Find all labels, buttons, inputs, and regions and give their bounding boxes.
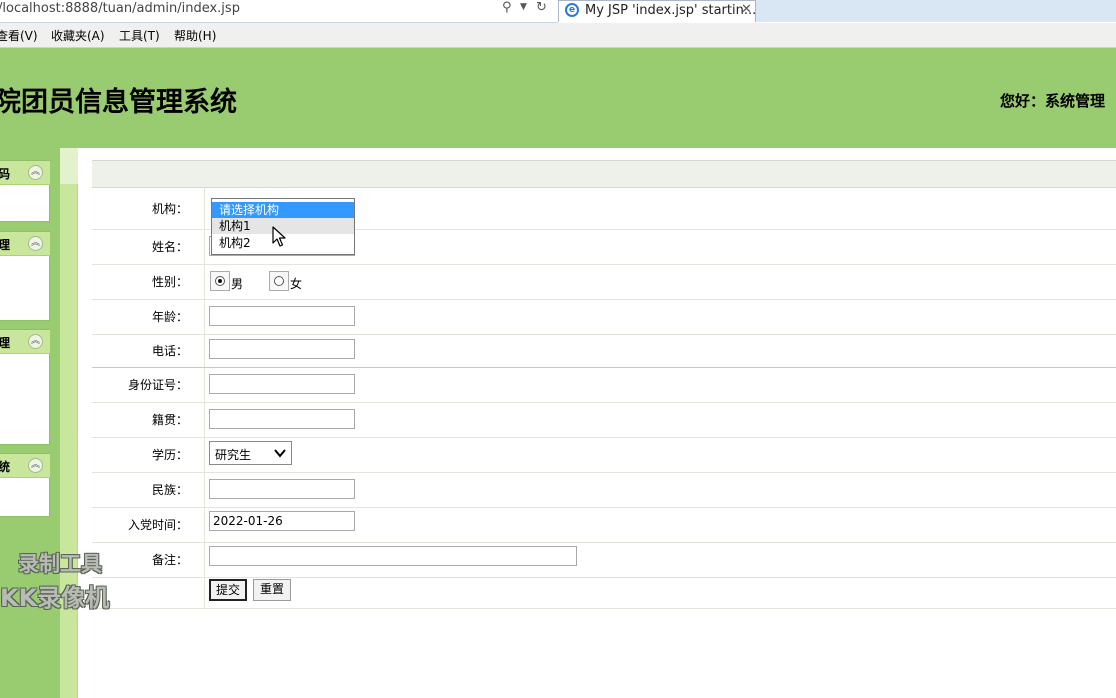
refresh-icon[interactable]: ↻ <box>536 0 547 15</box>
collapse-up-icon[interactable]: ︽ <box>28 236 43 251</box>
gender-female-radio[interactable] <box>269 271 289 291</box>
sidebar-panel: 统 ︽ <box>0 453 50 517</box>
address-url[interactable]: /localhost:8888/tuan/admin/index.jsp <box>0 1 240 16</box>
address-bar[interactable]: /localhost:8888/tuan/admin/index.jsp ⚲ ▼… <box>0 0 558 23</box>
watermark-line1: 录制工具 <box>18 552 102 576</box>
row-label-cell: 籍贯： <box>92 403 205 437</box>
frame-divider-handle[interactable] <box>60 148 78 184</box>
reset-button[interactable]: 重置 <box>253 579 291 601</box>
form-row-join-date: 入党时间： 2022-01-26 <box>92 508 1116 543</box>
phone-label: 电话： <box>151 344 188 358</box>
sidebar-panel-header[interactable]: 理 ︽ <box>0 330 50 354</box>
age-label: 年龄： <box>151 310 188 324</box>
form-header-bar <box>92 160 1116 188</box>
frame-divider[interactable] <box>60 148 78 698</box>
dropdown-caret-icon[interactable]: ▼ <box>520 2 527 12</box>
row-label-cell: 入党时间： <box>92 508 205 542</box>
sidebar-panel: 码 ︽ <box>0 160 50 222</box>
form-row-phone: 电话： <box>92 335 1116 368</box>
remark-label: 备注： <box>151 553 188 567</box>
row-label-cell: 姓名： <box>92 230 205 264</box>
tab-title[interactable]: My JSP 'index.jsp' startin... <box>585 3 756 18</box>
org-label: 机构： <box>151 202 188 216</box>
ethnicity-input[interactable] <box>209 479 355 499</box>
age-input[interactable] <box>209 306 355 326</box>
sidebar-panel-title: 理 <box>0 336 11 350</box>
row-label-cell: 民族： <box>92 473 205 507</box>
phone-input[interactable] <box>209 339 355 359</box>
form-row-id-card: 身份证号： <box>92 368 1116 403</box>
row-label-cell: 备注： <box>92 543 205 577</box>
education-selected-value: 研究生 <box>215 448 252 462</box>
sidebar-panel-header[interactable]: 理 ︽ <box>0 232 50 256</box>
radio-checked-icon <box>215 276 225 286</box>
sidebar: 码 ︽ 理 ︽ 理 ︽ 统 ︽ <box>0 148 60 698</box>
sidebar-panel-header[interactable]: 码 ︽ <box>0 161 50 185</box>
sidebar-panel-title: 码 <box>0 167 11 181</box>
hometown-label: 籍贯： <box>151 413 188 427</box>
menu-favorites[interactable]: 收藏夹(A) <box>51 27 105 44</box>
remark-input[interactable] <box>209 546 577 566</box>
education-select[interactable]: 研究生 <box>209 441 292 465</box>
form-row-ethnicity: 民族： <box>92 473 1116 508</box>
sidebar-panel-title: 理 <box>0 238 11 252</box>
collapse-up-icon[interactable]: ︽ <box>28 458 43 473</box>
form-row-education: 学历： 研究生 <box>92 438 1116 473</box>
row-label-cell: 学历： <box>92 438 205 472</box>
search-icon[interactable]: ⚲ <box>502 0 512 15</box>
menu-bar: 查看(V) 收藏夹(A) 工具(T) 帮助(H) <box>0 23 1116 48</box>
sidebar-panel: 理 ︽ <box>0 329 50 445</box>
row-label-cell: 身份证号： <box>92 368 205 402</box>
sidebar-panel-title: 统 <box>0 460 11 474</box>
watermark-line2: KK录像机 <box>0 584 110 612</box>
sidebar-panel-header[interactable]: 统 ︽ <box>0 454 50 478</box>
form-row-hometown: 籍贯： <box>92 403 1116 438</box>
collapse-up-icon[interactable]: ︽ <box>28 165 43 180</box>
join-date-label: 入党时间： <box>127 518 188 532</box>
row-label-cell: 电话： <box>92 335 205 367</box>
close-tab-icon[interactable]: ✕ <box>741 2 752 17</box>
browser-tab[interactable]: e My JSP 'index.jsp' startin... ✕ <box>558 0 756 22</box>
gender-label: 性别： <box>151 275 188 289</box>
page-header: 院团员信息管理系统 您好：系统管理 <box>0 48 1116 148</box>
org-option-placeholder[interactable]: 请选择机构 <box>212 202 354 218</box>
form-row-gender: 性别： 男 女 <box>92 265 1116 300</box>
ethnicity-label: 民族： <box>151 483 188 497</box>
join-date-input[interactable]: 2022-01-26 <box>209 511 355 531</box>
form-row-actions: 提交 重置 <box>92 578 1116 609</box>
tab-strip-empty <box>756 0 1116 22</box>
row-label-cell: 性别： <box>92 265 205 299</box>
row-label-cell: 年龄： <box>92 300 205 334</box>
sidebar-panel: 理 ︽ <box>0 231 50 321</box>
hometown-input[interactable] <box>209 409 355 429</box>
gender-male-label: 男 <box>231 277 244 291</box>
form-row-age: 年龄： <box>92 300 1116 335</box>
name-label: 姓名： <box>151 240 188 254</box>
mouse-cursor-icon <box>272 226 286 247</box>
form-row-remark: 备注： <box>92 543 1116 578</box>
ie-page-icon: e <box>565 3 579 17</box>
education-label: 学历： <box>151 448 188 462</box>
user-greeting: 您好：系统管理 <box>1000 92 1106 110</box>
radio-unchecked-icon <box>274 276 284 286</box>
id-card-label: 身份证号： <box>127 378 188 392</box>
id-card-input[interactable] <box>209 374 355 394</box>
row-label-cell: 机构： <box>92 188 205 229</box>
submit-button[interactable]: 提交 <box>209 579 247 601</box>
system-title: 院团员信息管理系统 <box>0 87 237 118</box>
menu-help[interactable]: 帮助(H) <box>174 27 216 44</box>
menu-view[interactable]: 查看(V) <box>0 27 38 44</box>
gender-male-radio[interactable] <box>210 271 230 291</box>
gender-female-label: 女 <box>290 277 303 291</box>
chevron-down-icon <box>274 449 286 458</box>
menu-tools[interactable]: 工具(T) <box>119 27 160 44</box>
collapse-up-icon[interactable]: ︽ <box>28 334 43 349</box>
